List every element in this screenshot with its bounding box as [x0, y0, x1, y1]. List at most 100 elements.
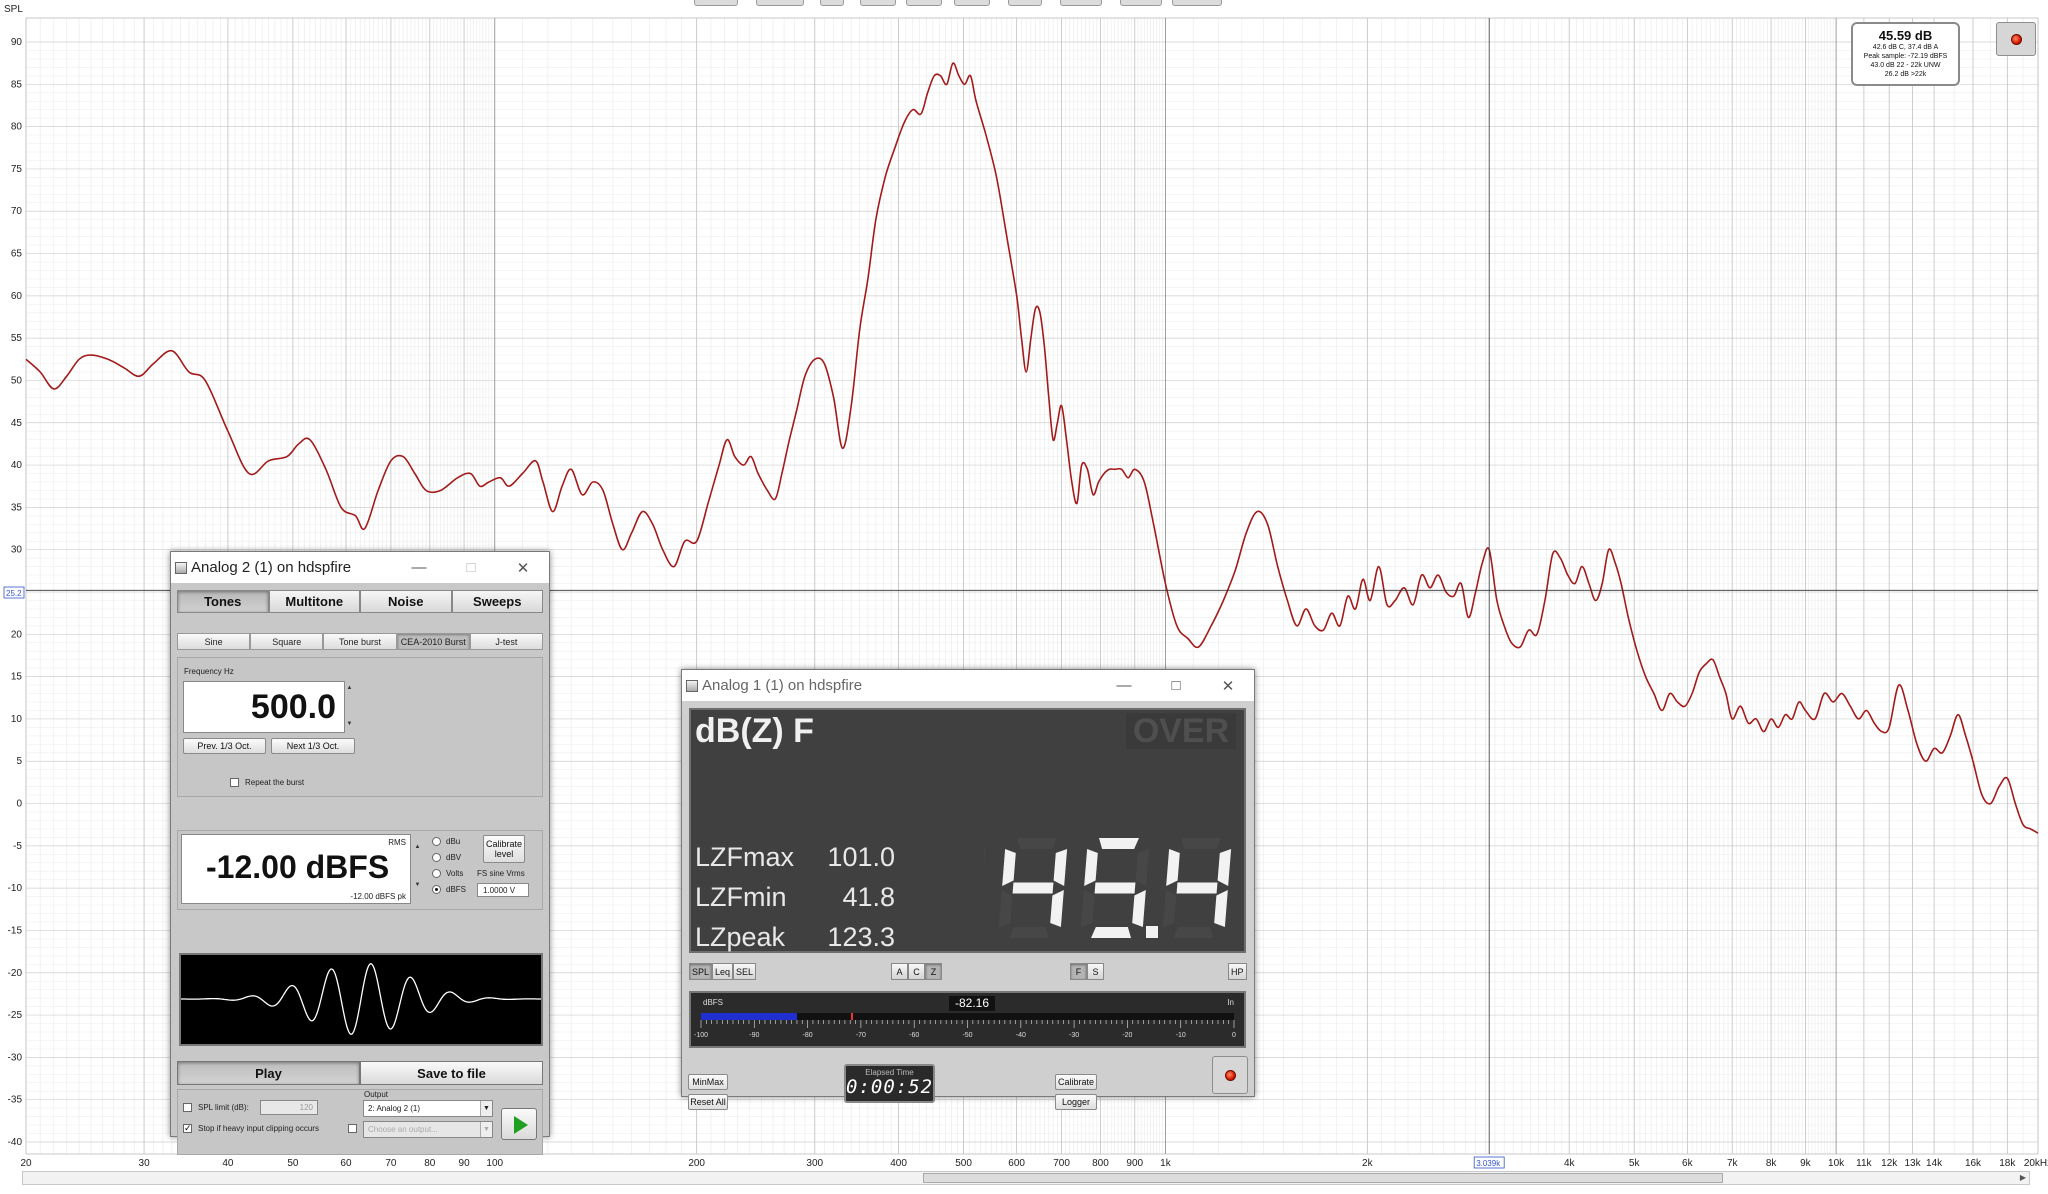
- tab-j-test[interactable]: J-test: [469, 633, 544, 650]
- toolbar-button[interactable]: [1060, 0, 1102, 6]
- save-to-file-button[interactable]: Save to file: [360, 1061, 543, 1085]
- scroll-right-icon[interactable]: ▶: [2016, 1171, 2030, 1185]
- reset-all-button[interactable]: Reset All: [688, 1094, 728, 1110]
- fs-sine-value: 1.0000 V: [483, 886, 516, 895]
- spl-mode-button[interactable]: SPL: [689, 963, 713, 980]
- seven-segment: [1214, 890, 1228, 927]
- fs-sine-field[interactable]: 1.0000 V: [477, 883, 529, 897]
- tab-multitone[interactable]: Multitone: [268, 590, 360, 613]
- x-tick-label: 12k: [1881, 1158, 1898, 1169]
- logger-button[interactable]: Logger: [1055, 1094, 1097, 1110]
- sel-mode-button[interactable]: SEL: [733, 963, 757, 980]
- spl-meter-title: Analog 1 (1) on hdspfire: [702, 677, 863, 694]
- toolbar-button[interactable]: [1008, 0, 1042, 6]
- scale-tick-label: -100: [694, 1032, 708, 1039]
- toolbar-button[interactable]: [820, 0, 844, 6]
- x-tick-label: 30: [139, 1158, 151, 1169]
- weight-a-button[interactable]: A: [891, 963, 908, 980]
- seven-segment: [1176, 882, 1218, 894]
- frequency-up-icon[interactable]: ▲: [345, 684, 354, 692]
- x-tick-label: 1k: [1160, 1158, 1172, 1169]
- prev-third-octave-button[interactable]: Prev. 1/3 Oct.: [183, 738, 266, 754]
- spl-meter-body: dB(Z) F OVER LZFmax 101.0 LZFmin 41.8 LZ…: [682, 701, 1254, 1110]
- y-axis-title: SPL: [4, 4, 23, 15]
- toolbar-button[interactable]: [906, 0, 942, 6]
- tab-cea-2010-burst[interactable]: CEA-2010 Burst: [396, 633, 470, 650]
- speed-fast-button[interactable]: F: [1070, 963, 1087, 980]
- x-tick-label: 600: [1008, 1158, 1025, 1169]
- y-tick-label: 90: [11, 37, 23, 48]
- minmax-button[interactable]: MinMax: [688, 1074, 728, 1090]
- unit-dbv-radio[interactable]: [432, 853, 441, 862]
- spl-meter-titlebar[interactable]: Analog 1 (1) on hdspfire — □ ✕: [682, 670, 1254, 701]
- frequency-down-icon[interactable]: ▼: [345, 720, 354, 728]
- scrollbar-thumb[interactable]: [923, 1173, 1723, 1183]
- unit-volts-radio[interactable]: [432, 869, 441, 878]
- output-select[interactable]: 2: Analog 2 (1) ▼: [363, 1100, 493, 1117]
- high-pass-button[interactable]: HP: [1228, 963, 1247, 980]
- leq-mode-button[interactable]: Leq: [712, 963, 734, 980]
- seven-segment: [998, 890, 1013, 927]
- elapsed-time-value: 0:00:52: [846, 1076, 934, 1098]
- close-icon[interactable]: ✕: [497, 559, 549, 577]
- level-track: [701, 1013, 1234, 1020]
- play-icon[interactable]: [501, 1108, 537, 1140]
- y-tick-label: 15: [11, 672, 23, 683]
- toolbar-button[interactable]: [1120, 0, 1162, 6]
- tab-tones[interactable]: Tones: [177, 590, 269, 613]
- x-tick-label: 100: [486, 1158, 503, 1169]
- level-up-icon[interactable]: ▲: [413, 843, 422, 851]
- second-output-select[interactable]: Choose an output... ▼: [363, 1121, 493, 1138]
- level-down-icon[interactable]: ▼: [413, 881, 422, 889]
- speed-slow-button[interactable]: S: [1087, 963, 1104, 980]
- seven-segment: [1094, 882, 1136, 894]
- tab-tone-burst[interactable]: Tone burst: [323, 633, 397, 650]
- repeat-burst-checkbox[interactable]: [230, 778, 239, 787]
- seven-segment: [1166, 849, 1180, 886]
- minimize-icon[interactable]: —: [393, 559, 445, 576]
- unit-dbfs-label: dBFS: [446, 885, 467, 894]
- minimize-icon[interactable]: —: [1098, 677, 1150, 694]
- unit-dbu-radio[interactable]: [432, 837, 441, 846]
- calibrate-level-button[interactable]: Calibrate level: [483, 835, 525, 863]
- scale-tick-label: -70: [856, 1032, 866, 1039]
- stat-lzfmin: LZFmin 41.8: [695, 882, 895, 913]
- y-tick-label: -10: [8, 883, 23, 894]
- tab-sweeps[interactable]: Sweeps: [451, 590, 543, 613]
- stop-clipping-label: Stop if heavy input clipping occurs: [198, 1124, 319, 1133]
- weight-z-button[interactable]: Z: [925, 963, 942, 980]
- y-tick-label: 65: [11, 249, 23, 260]
- horizontal-scrollbar[interactable]: [22, 1171, 2030, 1185]
- y-tick-label: 40: [11, 460, 23, 471]
- toolbar-button[interactable]: [860, 0, 896, 6]
- toolbar-button[interactable]: [1172, 0, 1222, 6]
- maximize-icon[interactable]: □: [1150, 677, 1202, 694]
- tab-noise[interactable]: Noise: [360, 590, 452, 613]
- seven-segment: [1050, 890, 1064, 927]
- calibrate-button[interactable]: Calibrate: [1055, 1074, 1097, 1090]
- tab-square[interactable]: Square: [250, 633, 324, 650]
- toolbar-button[interactable]: [756, 0, 804, 6]
- maximize-icon[interactable]: □: [445, 559, 497, 576]
- weight-c-button[interactable]: C: [908, 963, 925, 980]
- spl-limit-checkbox[interactable]: [183, 1103, 192, 1112]
- chevron-down-icon: ▼: [480, 1101, 492, 1116]
- close-icon[interactable]: ✕: [1202, 677, 1254, 695]
- tab-sine[interactable]: Sine: [177, 633, 251, 650]
- second-output-checkbox[interactable]: [348, 1124, 357, 1133]
- frequency-field[interactable]: 500.0: [183, 681, 345, 733]
- y-tick-label: 75: [11, 164, 23, 175]
- play-tab-button[interactable]: Play: [177, 1061, 360, 1085]
- spl-record-button[interactable]: [1212, 1056, 1248, 1094]
- fs-sine-label: FS sine Vrms: [477, 869, 525, 878]
- record-button[interactable]: [1996, 22, 2036, 56]
- next-third-octave-button[interactable]: Next 1/3 Oct.: [271, 738, 355, 754]
- level-field[interactable]: RMS -12.00 dBFS -12.00 dBFS pk: [181, 834, 411, 904]
- stop-clipping-checkbox[interactable]: ✓: [183, 1124, 192, 1133]
- toolbar-button[interactable]: [954, 0, 990, 6]
- toolbar-button[interactable]: [694, 0, 738, 6]
- x-tick-label: 7k: [1727, 1158, 1739, 1169]
- spl-limit-field[interactable]: 120: [260, 1100, 318, 1115]
- generator-titlebar[interactable]: Analog 2 (1) on hdspfire — □ ✕: [171, 552, 549, 583]
- unit-dbfs-radio[interactable]: [432, 885, 441, 894]
